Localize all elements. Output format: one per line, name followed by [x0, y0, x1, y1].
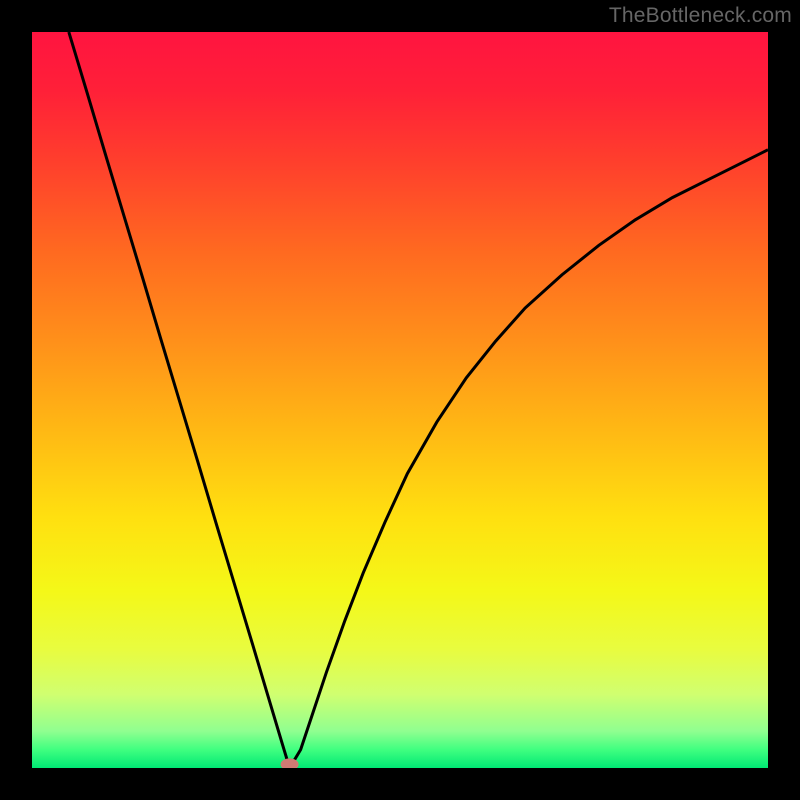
- chart-plot: [32, 32, 768, 768]
- chart-frame: TheBottleneck.com: [0, 0, 800, 800]
- source-label: TheBottleneck.com: [609, 4, 792, 28]
- gradient-background: [32, 32, 768, 768]
